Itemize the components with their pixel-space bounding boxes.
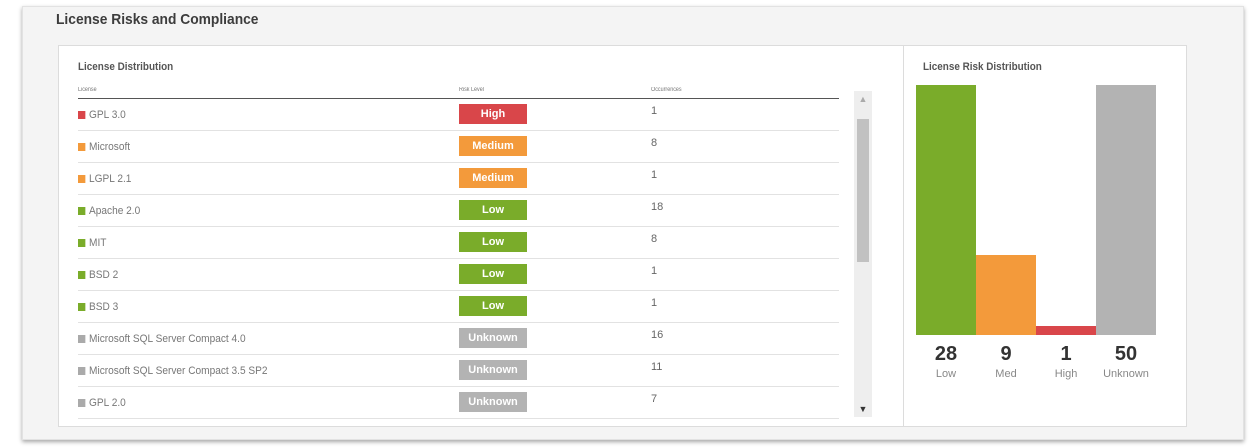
license-color-swatch: [78, 271, 86, 279]
risk-bar-chart: [916, 85, 1156, 335]
license-label: Apache 2.0: [89, 205, 141, 217]
license-name: Microsoft SQL Server Compact 4.0: [78, 333, 246, 345]
license-name: LGPL 2.1: [78, 173, 131, 185]
risk-level-badge: Low: [459, 200, 527, 220]
license-label: MIT: [89, 237, 107, 249]
risk-count: 1: [1060, 343, 1072, 365]
license-color-swatch: [78, 303, 86, 311]
column-header-occurrences[interactable]: Occurrences: [651, 87, 682, 93]
table-row[interactable]: MIT Low 8: [78, 227, 839, 259]
license-name: Microsoft: [78, 141, 130, 153]
table-header: License Risk Level Occurrences: [78, 86, 839, 99]
license-label: BSD 2: [89, 269, 119, 281]
license-label: Microsoft: [89, 141, 131, 153]
license-risk-distribution-title: License Risk Distribution: [923, 61, 1042, 73]
table-row[interactable]: Apache 2.0 Low 18: [78, 195, 839, 227]
occurrences-value: 11: [651, 361, 663, 373]
occurrences-value: 8: [651, 137, 658, 149]
license-name: BSD 3: [78, 301, 118, 313]
license-name: Apache 2.0: [78, 205, 140, 217]
table-row[interactable]: Microsoft SQL Server Compact 3.5 SP2 Unkn…: [78, 355, 839, 387]
license-name: BSD 2: [78, 269, 118, 281]
risk-level-badge: Low: [459, 296, 527, 316]
license-label: LGPL 2.1: [89, 173, 132, 185]
table-row[interactable]: GPL 3.0 High 1: [78, 99, 839, 131]
section-title: License Risks and Compliance: [56, 11, 259, 28]
risk-level-badge: Medium: [459, 136, 527, 156]
license-distribution-title: License Distribution: [78, 61, 174, 73]
occurrences-value: 8: [651, 233, 658, 245]
risk-level-badge: Low: [459, 232, 527, 252]
risk-bar-label-med: 9 Med: [976, 341, 1036, 381]
risk-level-badge: Unknown: [459, 360, 527, 380]
risk-bar-low[interactable]: [916, 85, 976, 335]
table-row[interactable]: Microsoft Medium 8: [78, 131, 839, 163]
license-name: GPL 3.0: [78, 109, 126, 121]
license-label: Microsoft SQL Server Compact 3.5 SP2: [89, 365, 268, 377]
risk-count: 9: [1000, 343, 1012, 365]
risk-bar-label-unknown: 50 Unknown: [1096, 341, 1156, 381]
license-color-swatch: [78, 335, 86, 343]
license-color-swatch: [78, 207, 86, 215]
scroll-down-arrow-icon[interactable]: ▼: [854, 401, 872, 417]
occurrences-value: 1: [651, 169, 658, 181]
license-label: GPL 2.0: [89, 397, 126, 409]
risk-chart-labels: 28 Low 9 Med 1 High 50 Unknown: [916, 341, 1156, 391]
risk-count: 50: [1114, 343, 1138, 365]
risk-bar-high[interactable]: [1036, 326, 1096, 335]
occurrences-value: 16: [651, 329, 664, 341]
risk-category: Unknown: [1103, 368, 1149, 380]
license-table: License Risk Level Occurrences GPL 3.0 Hi…: [78, 86, 839, 419]
license-color-swatch: [78, 239, 86, 247]
license-color-swatch: [78, 399, 86, 407]
license-label: GPL 3.0: [89, 109, 126, 121]
license-label: Microsoft SQL Server Compact 4.0: [89, 333, 246, 345]
risk-count: 28: [934, 343, 958, 365]
risk-level-badge: High: [459, 104, 527, 124]
occurrences-value: 1: [651, 297, 658, 309]
table-row[interactable]: BSD 3 Low 1: [78, 291, 839, 323]
license-name: MIT: [78, 237, 106, 249]
table-row[interactable]: Microsoft SQL Server Compact 4.0 Unknown 1…: [78, 323, 839, 355]
risk-bar-med[interactable]: [976, 255, 1036, 335]
risk-level-badge: Unknown: [459, 392, 527, 412]
occurrences-value: 18: [651, 201, 664, 213]
occurrences-value: 7: [651, 393, 658, 405]
scrollbar-thumb[interactable]: [857, 119, 869, 262]
risk-level-badge: Medium: [459, 168, 527, 188]
table-row[interactable]: LGPL 2.1 Medium 1: [78, 163, 839, 195]
license-color-swatch: [78, 143, 86, 151]
scroll-up-arrow-icon[interactable]: ▲: [854, 91, 872, 107]
column-header-license[interactable]: License: [78, 87, 97, 93]
occurrences-value: 1: [651, 265, 658, 277]
risk-level-badge: Low: [459, 264, 527, 284]
license-color-swatch: [78, 111, 86, 119]
table-row[interactable]: GPL 2.0 Unknown 7: [78, 387, 839, 419]
license-label: BSD 3: [89, 301, 119, 313]
risk-bar-label-low: 28 Low: [916, 341, 976, 381]
table-row[interactable]: BSD 2 Low 1: [78, 259, 839, 291]
license-name: Microsoft SQL Server Compact 3.5 SP2: [78, 365, 268, 377]
license-distribution-card: License Distribution License Risk Level …: [58, 45, 906, 427]
column-header-risk-level[interactable]: Risk Level: [459, 87, 484, 93]
risk-bar-unknown[interactable]: [1096, 85, 1156, 335]
risk-level-badge: Unknown: [459, 328, 527, 348]
license-risk-distribution-card: License Risk Distribution 28 Low 9 Med 1 High…: [903, 45, 1187, 427]
occurrences-value: 1: [651, 105, 658, 117]
risk-category: Med: [995, 368, 1017, 380]
license-name: GPL 2.0: [78, 397, 126, 409]
license-color-swatch: [78, 367, 86, 375]
table-body: GPL 3.0 High 1 Microsoft Medium 8 LGPL 2.1 Medi…: [78, 99, 839, 419]
license-color-swatch: [78, 175, 86, 183]
risk-bar-label-high: 1 High: [1036, 341, 1096, 381]
risk-category: High: [1054, 368, 1078, 380]
table-scrollbar[interactable]: ▲ ▼: [854, 91, 872, 417]
risk-category: Low: [935, 368, 957, 380]
